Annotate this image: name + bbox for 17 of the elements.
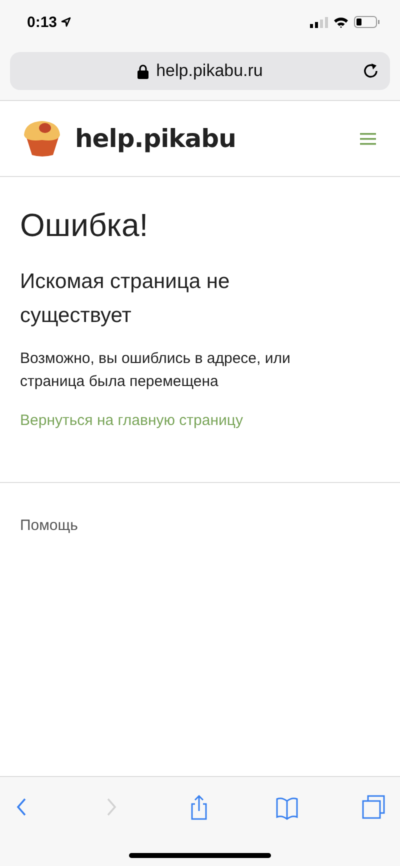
lock-icon: [137, 64, 150, 78]
book-icon[interactable]: [274, 794, 298, 820]
error-heading: Ошибка!: [20, 206, 150, 245]
status-time: 0:13: [27, 14, 58, 30]
error-subheading: Искомая страница не существует: [20, 269, 231, 329]
reload-icon[interactable]: [362, 62, 380, 80]
menu-icon[interactable]: [360, 132, 376, 144]
muffin-logo-icon: [22, 120, 62, 158]
tabs-icon[interactable]: [362, 794, 386, 820]
error-message: Возможно, вы ошиблись в адресе, или страница была перемещена: [20, 349, 292, 392]
wifi-icon: [333, 16, 349, 28]
signal-icon: [310, 16, 328, 28]
battery-icon: [354, 16, 380, 28]
site-logo-text[interactable]: help.pikabu: [75, 124, 236, 153]
help-link[interactable]: Помощь: [20, 517, 78, 534]
address-field[interactable]: help.pikabu.ru: [10, 52, 390, 90]
location-arrow-icon: [61, 17, 72, 27]
